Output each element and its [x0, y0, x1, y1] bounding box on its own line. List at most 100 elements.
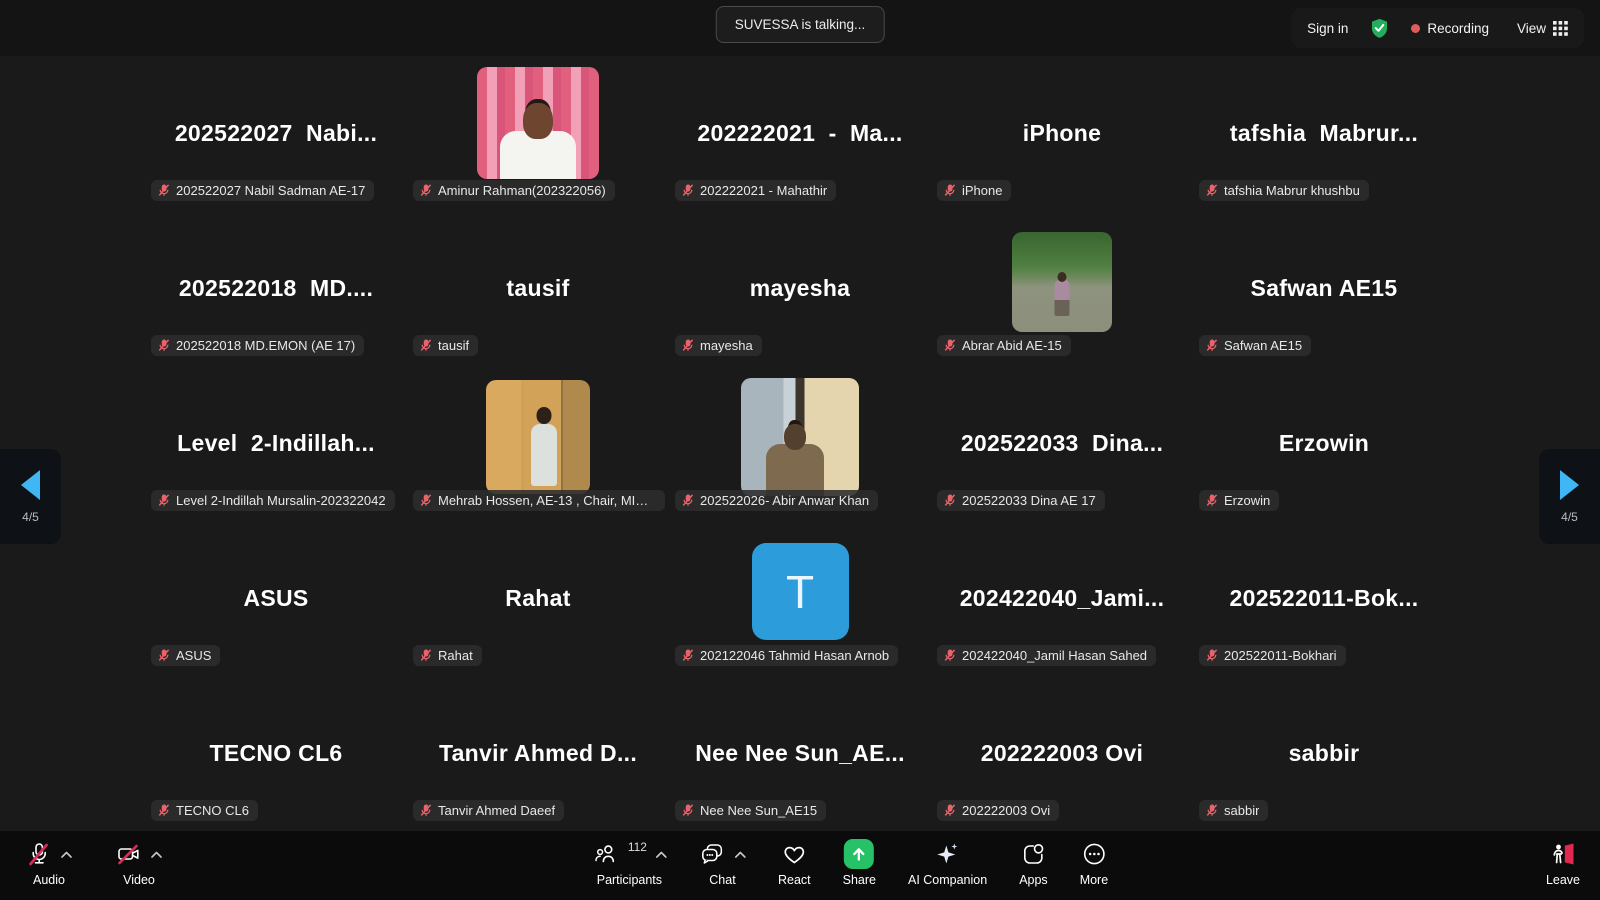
participant-name: 202222021 - Ma... [697, 120, 902, 147]
participant-label: Mehrab Hossen, AE-13 , Chair, MIST Stu..… [438, 493, 656, 508]
mic-muted-icon [1205, 338, 1219, 353]
view-label: View [1517, 21, 1546, 36]
mic-muted-toolbar-icon [26, 841, 52, 868]
participant-tile[interactable]: iPhone iPhone [931, 56, 1193, 211]
participant-tile[interactable]: 202522027 Nabi... 202522027 Nabil Sadman… [145, 56, 407, 211]
participant-name: 202522027 Nabi... [175, 120, 377, 147]
participant-label: Abrar Abid AE-15 [962, 338, 1062, 353]
leave-button[interactable]: Leave [1546, 838, 1580, 887]
participant-tile[interactable]: Mehrab Hossen, AE-13 , Chair, MIST Stu..… [407, 366, 669, 521]
participant-tile[interactable]: Aminur Rahman(202322056) [407, 56, 669, 211]
participants-options-caret[interactable] [656, 851, 667, 858]
participant-tile[interactable]: Nee Nee Sun_AE... Nee Nee Sun_AE15 [669, 676, 931, 831]
participant-tile[interactable]: TECNO CL6 TECNO CL6 [145, 676, 407, 831]
participant-tile[interactable]: 202522033 Dina... 202522033 Dina AE 17 [931, 366, 1193, 521]
apps-icon [1020, 841, 1047, 868]
recording-indicator[interactable]: Recording [1411, 21, 1489, 36]
participant-name: tausif [506, 275, 569, 302]
participant-label: 202422040_Jamil Hasan Sahed [962, 648, 1147, 663]
participant-name: TECNO CL6 [209, 740, 342, 767]
participant-tile[interactable]: sabbir sabbir [1193, 676, 1455, 831]
participant-name: Safwan AE15 [1251, 275, 1398, 302]
participants-button[interactable]: 112 Participants [592, 838, 667, 887]
arrow-left-icon [21, 470, 40, 500]
previous-page-button[interactable]: 4/5 [0, 449, 61, 544]
sign-in-button[interactable]: Sign in [1307, 21, 1348, 36]
view-button[interactable]: View [1517, 21, 1568, 36]
participant-tile[interactable]: tausif tausif [407, 211, 669, 366]
participant-label: sabbir [1224, 803, 1259, 818]
share-button[interactable]: Share [843, 838, 876, 887]
participant-tile[interactable]: ASUS ASUS [145, 521, 407, 676]
participant-name: 202422040_Jami... [960, 585, 1165, 612]
video-button[interactable]: Video [116, 838, 162, 887]
bottom-toolbar: Audio Video 112 [0, 831, 1600, 900]
page-indicator: 4/5 [22, 510, 39, 524]
participant-label-pill: Level 2-Indillah Mursalin-202322042 [151, 490, 395, 511]
more-button[interactable]: More [1080, 838, 1108, 887]
participant-tile[interactable]: Tanvir Ahmed D... Tanvir Ahmed Daeef [407, 676, 669, 831]
participant-photo-avatar [486, 380, 590, 494]
participant-name: 202522018 MD.... [179, 275, 373, 302]
participant-tile[interactable]: Rahat Rahat [407, 521, 669, 676]
mic-muted-icon [1205, 183, 1219, 198]
participant-label-pill: 202522027 Nabil Sadman AE-17 [151, 180, 374, 201]
participant-tile[interactable]: 202522026- Abir Anwar Khan [669, 366, 931, 521]
participant-photo-avatar [477, 67, 599, 179]
mic-muted-icon [157, 493, 171, 508]
apps-button[interactable]: Apps [1019, 838, 1048, 887]
participant-label-pill: Nee Nee Sun_AE15 [675, 800, 826, 821]
participant-label-pill: 202122046 Tahmid Hasan Arnob [675, 645, 898, 666]
encryption-shield-icon[interactable] [1370, 18, 1389, 39]
mic-muted-icon [681, 183, 695, 198]
chat-button[interactable]: Chat [699, 838, 746, 887]
meeting-stage: 202522027 Nabi... 202522027 Nabil Sadman… [0, 56, 1600, 831]
heart-icon [781, 841, 808, 868]
recording-dot-icon [1411, 24, 1420, 33]
participant-label: Aminur Rahman(202322056) [438, 183, 606, 198]
ai-companion-button[interactable]: AI Companion [908, 838, 987, 887]
participant-tile[interactable]: tafshia Mabrur... tafshia Mabrur khushbu [1193, 56, 1455, 211]
participant-label: 202522033 Dina AE 17 [962, 493, 1096, 508]
mic-muted-icon [419, 338, 433, 353]
participant-label-pill: ASUS [151, 645, 220, 666]
participant-label-pill: Safwan AE15 [1199, 335, 1311, 356]
participant-label: Level 2-Indillah Mursalin-202322042 [176, 493, 386, 508]
participant-tile[interactable]: 202222003 Ovi 202222003 Ovi [931, 676, 1193, 831]
participant-name: 202222003 Ovi [981, 740, 1144, 767]
mic-muted-icon [681, 648, 695, 663]
mic-muted-icon [1205, 648, 1219, 663]
participant-name: Level 2-Indillah... [177, 430, 375, 457]
chat-icon [699, 841, 726, 868]
chat-options-caret[interactable] [735, 851, 746, 858]
participant-label: mayesha [700, 338, 753, 353]
participant-label-pill: sabbir [1199, 800, 1268, 821]
participant-label-pill: Aminur Rahman(202322056) [413, 180, 615, 201]
video-options-caret[interactable] [151, 851, 162, 858]
participant-tile[interactable]: mayesha mayesha [669, 211, 931, 366]
audio-button[interactable]: Audio [26, 838, 72, 887]
participant-tile[interactable]: 202522011-Bok... 202522011-Bokhari [1193, 521, 1455, 676]
participant-tile[interactable]: T 202122046 Tahmid Hasan Arnob [669, 521, 931, 676]
participant-label: TECNO CL6 [176, 803, 249, 818]
participant-label: 202222021 - Mahathir [700, 183, 827, 198]
participant-label: 202522027 Nabil Sadman AE-17 [176, 183, 365, 198]
mic-muted-icon [1205, 803, 1219, 818]
participant-tile[interactable]: 202522018 MD.... 202522018 MD.EMON (AE 1… [145, 211, 407, 366]
participant-tile[interactable]: 202222021 - Ma... 202222021 - Mahathir [669, 56, 931, 211]
participant-label-pill: 202422040_Jamil Hasan Sahed [937, 645, 1156, 666]
participant-tile[interactable]: Abrar Abid AE-15 [931, 211, 1193, 366]
active-speaker-banner: SUVESSA is talking... [716, 6, 885, 43]
participant-tile[interactable]: 202422040_Jami... 202422040_Jamil Hasan … [931, 521, 1193, 676]
audio-options-caret[interactable] [61, 851, 72, 858]
mic-muted-icon [419, 493, 433, 508]
participant-tile[interactable]: Safwan AE15 Safwan AE15 [1193, 211, 1455, 366]
react-button[interactable]: React [778, 838, 811, 887]
participant-tile[interactable]: Erzowin Erzowin [1193, 366, 1455, 521]
next-page-button[interactable]: 4/5 [1539, 449, 1600, 544]
participant-tile[interactable]: Level 2-Indillah... Level 2-Indillah Mur… [145, 366, 407, 521]
participant-label: iPhone [962, 183, 1002, 198]
grid-view-icon [1553, 21, 1568, 36]
participant-label: ASUS [176, 648, 211, 663]
participant-label-pill: TECNO CL6 [151, 800, 258, 821]
